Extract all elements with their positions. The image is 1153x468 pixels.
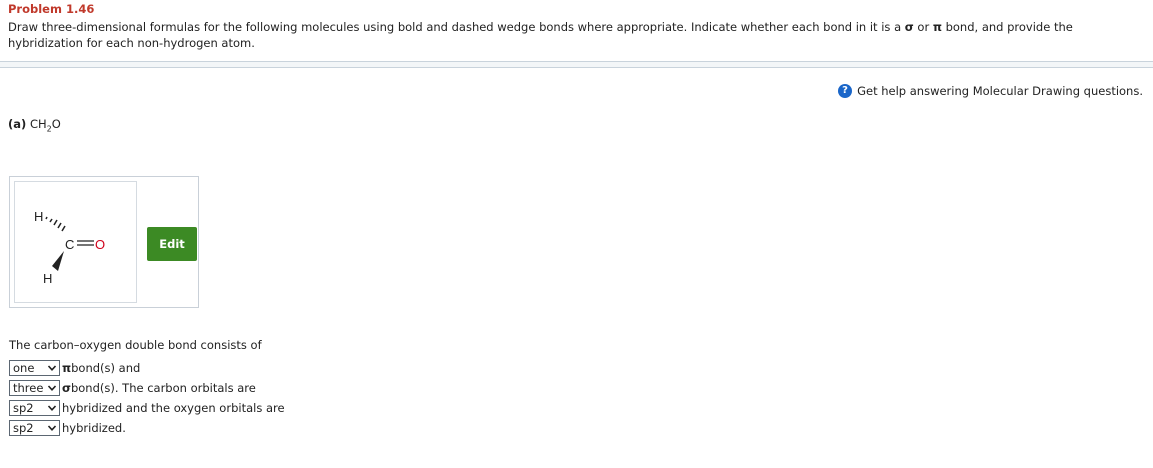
row-1-text: bond(s) and	[71, 361, 141, 375]
question-intro: The carbon–oxygen double bond consists o…	[9, 338, 262, 352]
answer-row-1: one π bond(s) and	[9, 359, 140, 377]
page: Problem 1.46 Draw three-dimensional form…	[0, 0, 1153, 468]
bold-wedge-bond	[52, 251, 64, 271]
atom-h-top: H	[34, 209, 43, 224]
part-a-label: (a) CH2O	[8, 117, 61, 133]
chevron-down-icon	[47, 405, 57, 411]
sigma-symbol: σ	[904, 20, 914, 34]
section-divider	[0, 61, 1153, 68]
instructions-or: or	[913, 20, 933, 34]
pi-symbol-row: π	[62, 361, 72, 375]
formula-suffix: O	[51, 117, 61, 131]
chevron-down-icon	[47, 365, 57, 371]
help-link-text[interactable]: Get help answering Molecular Drawing que…	[857, 84, 1143, 98]
answer-row-2: three σ bond(s). The carbon orbitals are	[9, 379, 256, 397]
oxygen-hybridization-select[interactable]: sp2	[9, 420, 60, 436]
dashed-wedge-bond	[45, 216, 66, 232]
sigma-symbol-row: σ	[62, 381, 71, 395]
row-4-text: hybridized.	[62, 421, 126, 435]
molecule-canvas[interactable]: H C O H	[14, 181, 137, 303]
atom-c: C	[65, 237, 74, 252]
answer-row-3: sp2 hybridized and the oxygen orbitals a…	[9, 399, 285, 417]
carbon-hybridization-select[interactable]: sp2	[9, 400, 60, 416]
atom-o: O	[95, 237, 105, 252]
atom-h-bottom: H	[43, 271, 52, 286]
help-link[interactable]: ? Get help answering Molecular Drawing q…	[838, 84, 1143, 98]
instructions-text-1: Draw three-dimensional formulas for the …	[8, 20, 905, 34]
select-value: one	[13, 361, 35, 375]
part-a-letter: (a)	[8, 117, 27, 131]
select-value: sp2	[13, 421, 34, 435]
pi-symbol: π	[932, 20, 942, 34]
molecule-drawing-panel: H C O H Edit	[9, 176, 199, 308]
select-value: sp2	[13, 401, 34, 415]
pi-bond-count-select[interactable]: one	[9, 360, 60, 376]
instructions: Draw three-dimensional formulas for the …	[8, 20, 1143, 51]
chevron-down-icon	[47, 425, 57, 431]
sigma-bond-count-select[interactable]: three	[9, 380, 60, 396]
part-a-formula: CH2O	[29, 117, 61, 133]
molecule-structure: H C O H	[34, 209, 105, 286]
chevron-down-icon	[47, 385, 57, 391]
question-mark-icon: ?	[838, 84, 853, 98]
select-value: three	[13, 381, 44, 395]
formula-prefix: CH	[29, 117, 47, 131]
answer-row-4: sp2 hybridized.	[9, 419, 126, 437]
row-2-text: bond(s). The carbon orbitals are	[70, 381, 256, 395]
problem-title: Problem 1.46	[8, 2, 95, 16]
row-3-text: hybridized and the oxygen orbitals are	[62, 401, 285, 415]
edit-button[interactable]: Edit	[147, 227, 197, 261]
